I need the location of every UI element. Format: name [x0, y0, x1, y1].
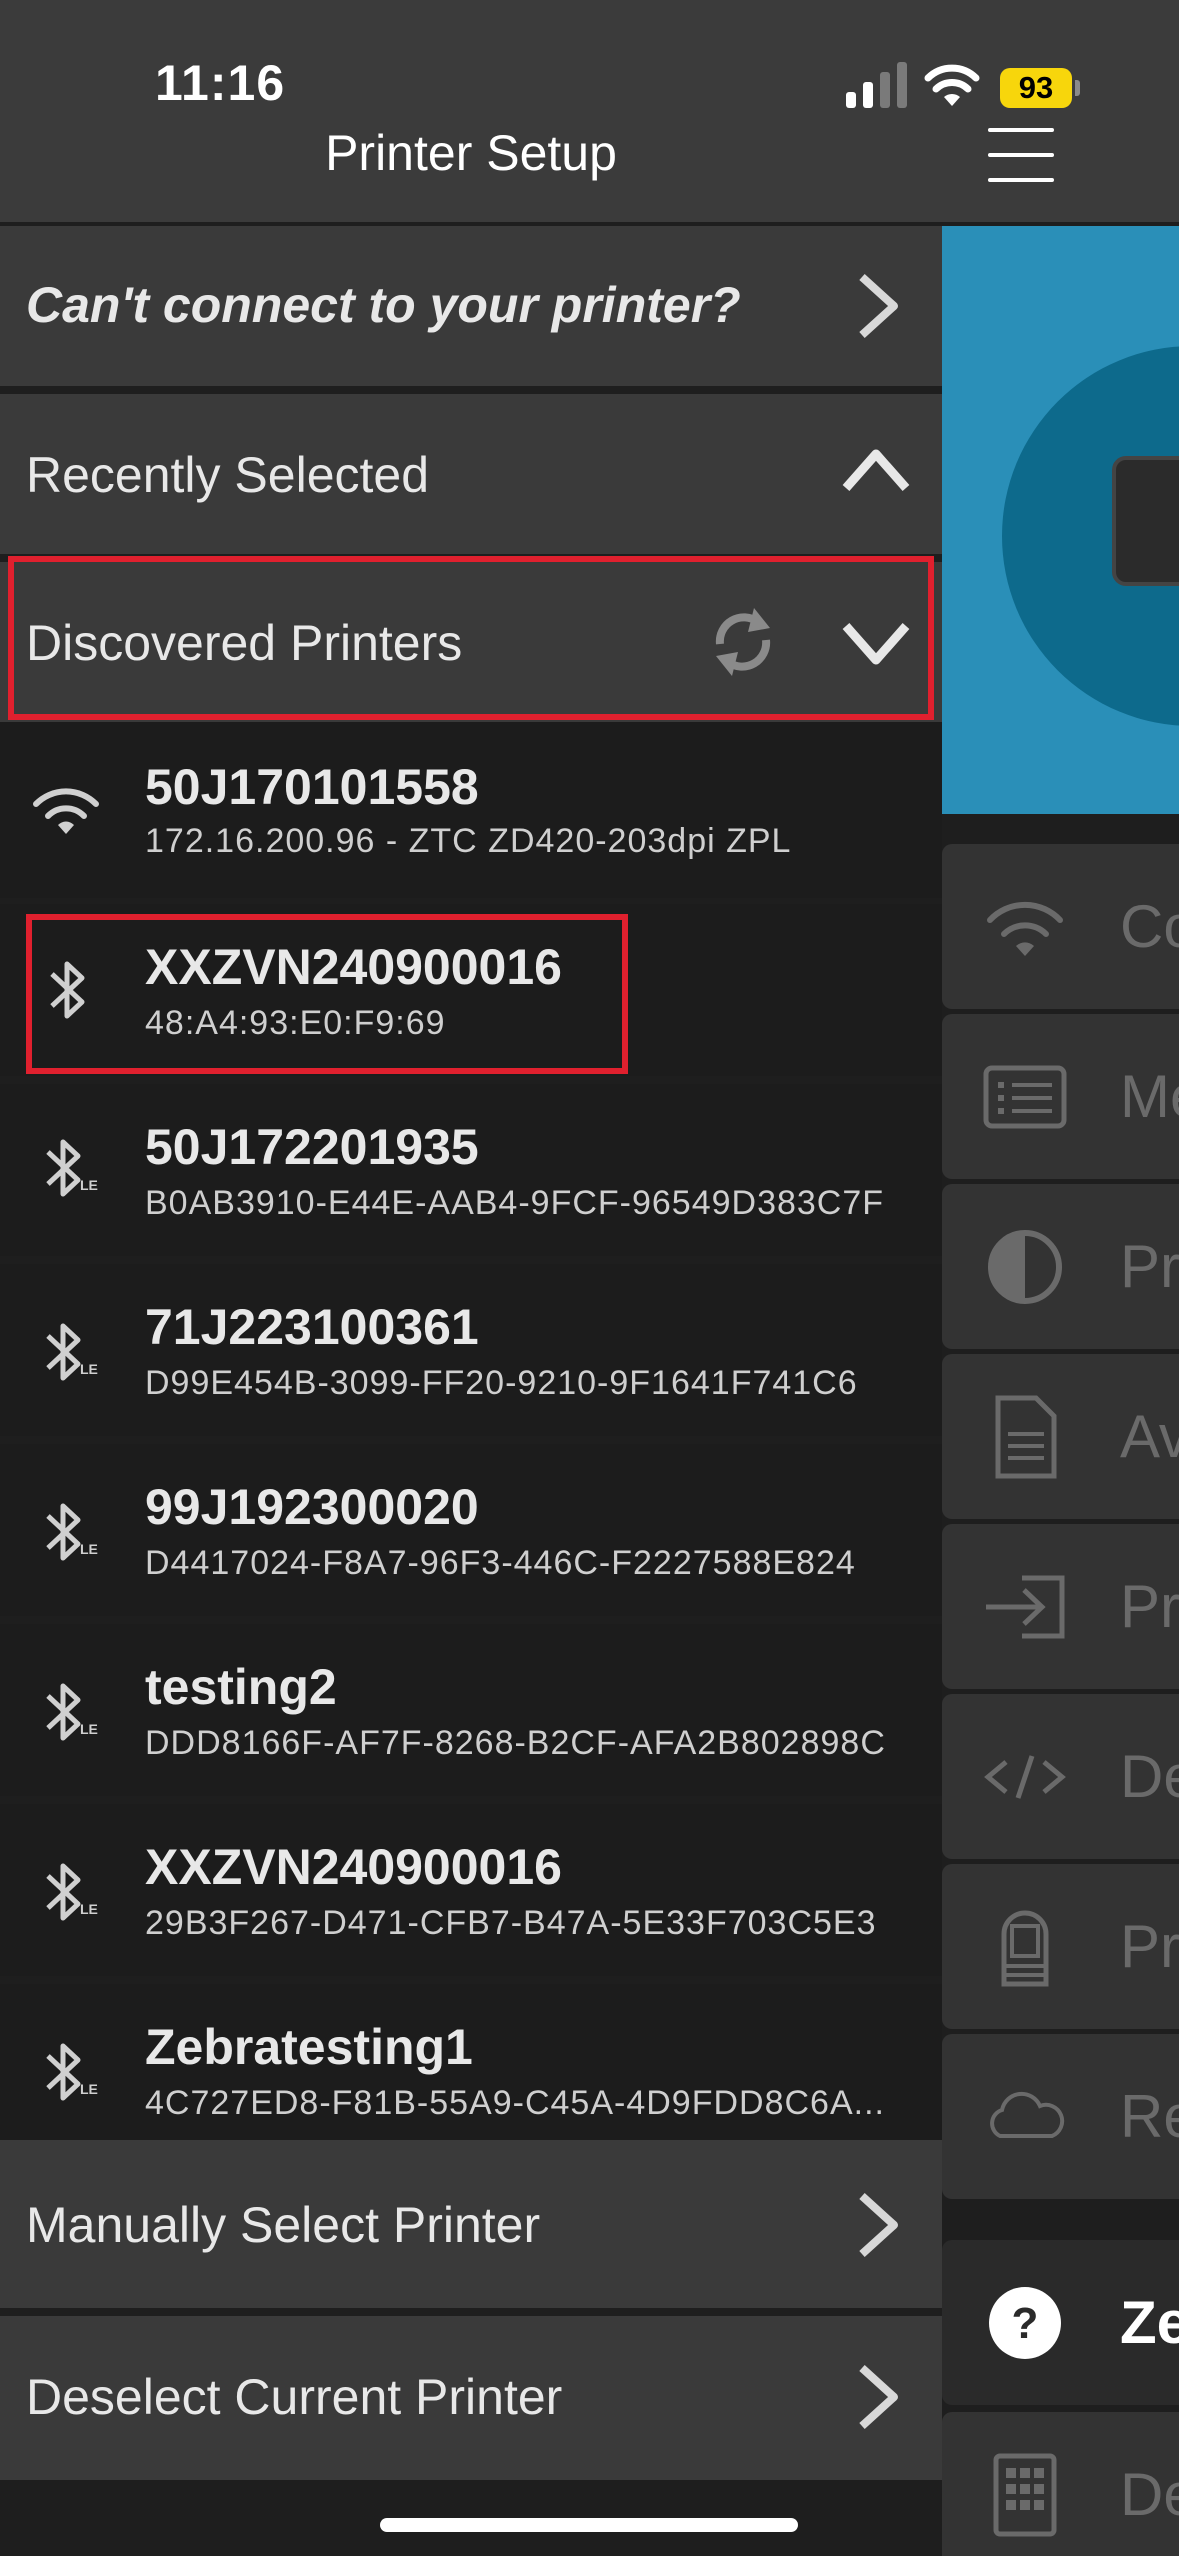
svg-text:LE: LE — [80, 1721, 98, 1737]
menu-item-label: Pr — [1120, 1573, 1179, 1640]
printer-detail: 4C727ED8-F81B-55A9-C45A-4D9FDD8C6A... — [145, 2084, 885, 2122]
svg-text:?: ? — [1012, 2299, 1039, 2348]
menu-item[interactable]: Av — [942, 1354, 1179, 1519]
printer-name: XXZVN240900016 — [145, 1839, 562, 1895]
menu-item[interactable]: Me — [942, 1014, 1179, 1179]
cellular-signal-icon — [846, 62, 907, 108]
printer-detail: B0AB3910-E44E-AAB4-9FCF-96549D383C7F — [145, 1184, 885, 1222]
printer-item[interactable]: 50J170101558 172.16.200.96 - ZTC ZD420-2… — [0, 722, 942, 898]
printer-item[interactable]: LE testing2 DDD8166F-AF7F-8268-B2CF-AFA2… — [0, 1624, 942, 1796]
wifi-icon — [33, 788, 99, 834]
import-icon — [986, 1575, 1065, 1639]
bluetooth-le-icon: LE — [46, 1503, 98, 1561]
svg-text:LE: LE — [80, 1361, 98, 1377]
chevron-right-icon — [859, 274, 898, 338]
bluetooth-le-icon: LE — [46, 2043, 98, 2101]
printer-item[interactable]: LE 50J172201935 B0AB3910-E44E-AAB4-9FCF-… — [0, 1084, 942, 1256]
menu-item[interactable]: Pr — [942, 1864, 1179, 2029]
printer-name: 99J192300020 — [145, 1479, 479, 1535]
discovered-printers-highlight — [8, 556, 934, 720]
menu-item-label: Co — [1120, 893, 1179, 960]
menu-item-label: Ze — [1120, 2289, 1179, 2356]
bluetooth-le-icon: LE — [46, 1863, 98, 1921]
menu-item-label: Pr — [1120, 1913, 1179, 1980]
printer-name: 50J172201935 — [145, 1119, 479, 1175]
status-time: 11:16 — [155, 55, 286, 111]
wifi-icon — [987, 901, 1063, 956]
chevron-up-icon[interactable] — [842, 440, 910, 500]
printer-detail: DDD8166F-AF7F-8268-B2CF-AFA2B802898C — [145, 1724, 886, 1762]
bluetooth-le-icon: LE — [46, 1323, 98, 1381]
bluetooth-le-icon: LE — [46, 1139, 98, 1197]
keypad-icon — [993, 2453, 1057, 2537]
printer-item[interactable]: LE 99J192300020 D4417024-F8A7-96F3-446C-… — [0, 1444, 942, 1616]
menu-item[interactable]: De — [942, 2412, 1179, 2556]
menu-item[interactable]: Re — [942, 2034, 1179, 2199]
svg-text:LE: LE — [80, 1901, 98, 1917]
hero-banner — [942, 226, 1179, 814]
home-indicator[interactable] — [380, 2518, 798, 2532]
menu-item-label: Me — [1120, 1063, 1179, 1130]
code-icon — [984, 1755, 1066, 1799]
contrast-icon — [988, 1230, 1062, 1304]
wifi-status-icon — [924, 64, 980, 106]
printer-item[interactable]: LE XXZVN240900016 29B3F267-D471-CFB7-B47… — [0, 1804, 942, 1976]
menu-item[interactable]: Pr — [942, 1184, 1179, 1349]
printer-image — [1112, 456, 1179, 586]
menu-item-label: De — [1120, 2461, 1179, 2528]
printer-name: Zebratesting1 — [145, 2019, 473, 2075]
battery-indicator: 93 — [1000, 68, 1072, 108]
svg-text:LE: LE — [80, 1541, 98, 1557]
cant-connect-label: Can't connect to your printer? — [26, 277, 741, 333]
printer-detail: D99E454B-3099-FF20-9210-9F1641F741C6 — [145, 1364, 858, 1402]
printer-setup-drawer: Can't connect to your printer? Recently … — [0, 222, 942, 2556]
manually-select-printer-row[interactable]: Manually Select Printer — [0, 2140, 942, 2308]
printer-item[interactable]: LE 71J223100361 D99E454B-3099-FF20-9210-… — [0, 1264, 942, 1436]
menu-hamburger-icon[interactable] — [988, 128, 1054, 182]
help-circle-icon: ? — [989, 2287, 1061, 2359]
printer-detail: 29B3F267-D471-CFB7-B47A-5E33F703C5E3 — [145, 1904, 877, 1942]
menu-item-label: Pr — [1120, 1233, 1179, 1300]
top-bar: 11:16 93 Printer Setup — [0, 0, 1179, 222]
chevron-right-icon — [859, 2365, 898, 2429]
battery-tip — [1075, 80, 1080, 96]
printer-detail: 172.16.200.96 - ZTC ZD420-203dpi ZPL — [145, 822, 792, 860]
manually-select-label: Manually Select Printer — [26, 2197, 541, 2253]
menu-item-connectivity[interactable]: Co — [942, 844, 1179, 1009]
printer-detail: D4417024-F8A7-96F3-446C-F2227588E824 — [145, 1544, 856, 1582]
page-title: Printer Setup — [325, 125, 617, 181]
svg-text:LE: LE — [80, 1177, 98, 1193]
document-icon — [995, 1395, 1057, 1479]
deselect-current-printer-row[interactable]: Deselect Current Printer — [0, 2316, 942, 2480]
cant-connect-row[interactable]: Can't connect to your printer? — [0, 226, 942, 386]
printer-name: 71J223100361 — [145, 1299, 479, 1355]
svg-text:LE: LE — [80, 2081, 98, 2097]
list-icon — [983, 1065, 1067, 1129]
cloud-icon — [990, 2091, 1065, 2138]
chevron-right-icon — [859, 2193, 898, 2257]
menu-item-label: De — [1120, 1743, 1179, 1810]
printer-name: 50J170101558 — [145, 759, 479, 815]
menu-item[interactable]: De — [942, 1694, 1179, 1859]
bluetooth-le-icon: LE — [46, 1683, 98, 1741]
printer-item[interactable]: LE Zebratesting1 4C727ED8-F81B-55A9-C45A… — [0, 1984, 942, 2140]
printer-name: testing2 — [145, 1659, 337, 1715]
printer-icon — [1001, 1910, 1049, 1987]
menu-item[interactable]: ? Ze — [942, 2240, 1179, 2405]
underlying-page: Co Me Pr Av Pr — [942, 222, 1179, 2556]
recently-selected-label: Recently Selected — [26, 447, 430, 503]
menu-item-label: Re — [1120, 2083, 1179, 2150]
deselect-label: Deselect Current Printer — [26, 2369, 563, 2425]
menu-item-label: Av — [1120, 1403, 1179, 1470]
menu-item[interactable]: Pr — [942, 1524, 1179, 1689]
recently-selected-row[interactable]: Recently Selected — [0, 394, 942, 554]
selected-printer-highlight — [26, 914, 628, 1074]
